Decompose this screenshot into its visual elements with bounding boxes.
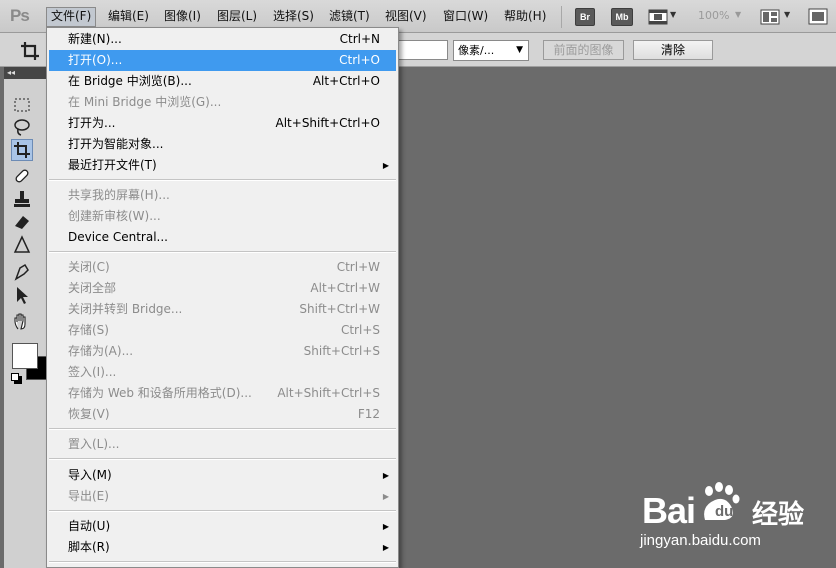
- file-menu-dropdown: 新建(N)... Ctrl+N 打开(O)... Ctrl+O 在 Bridge…: [46, 27, 399, 568]
- hand-tool-icon[interactable]: [12, 311, 32, 331]
- chevron-down-icon: ▼: [735, 10, 742, 19]
- pen-tool-icon[interactable]: [12, 262, 32, 282]
- menu-help[interactable]: 帮助(H): [500, 7, 550, 27]
- mini-bridge-icon[interactable]: Mb: [611, 8, 633, 26]
- baidu-jingyan-watermark: Bai du 经验 jingyan.baidu.com: [640, 482, 830, 562]
- watermark-brand: Bai: [642, 490, 696, 531]
- film-strip-icon[interactable]: [648, 8, 668, 26]
- crop-tool-icon[interactable]: [20, 41, 40, 61]
- chevron-down-icon: ▼: [516, 45, 523, 55]
- svg-text:du: du: [715, 503, 733, 520]
- watermark-brand-cn: 经验: [752, 500, 805, 530]
- healing-brush-icon[interactable]: [12, 166, 32, 186]
- menu-edit[interactable]: 编辑(E): [104, 7, 153, 27]
- menu-separator: [49, 510, 396, 512]
- menu-separator: [49, 428, 396, 430]
- crop-tool-icon: [14, 142, 30, 158]
- menu-layer[interactable]: 图层(L): [213, 7, 261, 27]
- menu-separator: [49, 251, 396, 253]
- default-colors-icon[interactable]: [11, 373, 19, 381]
- menu-item-import[interactable]: 导入(M) ▶: [49, 465, 396, 486]
- watermark-url: jingyan.baidu.com: [640, 532, 761, 549]
- menu-separator: [561, 6, 562, 28]
- lasso-tool-icon[interactable]: [12, 117, 32, 137]
- menu-separator: [49, 179, 396, 181]
- menu-item-revert[interactable]: 恢复(V) F12: [49, 404, 396, 425]
- path-selection-icon[interactable]: [12, 285, 32, 305]
- menu-item-automate[interactable]: 自动(U) ▶: [49, 516, 396, 537]
- menu-file[interactable]: 文件(F): [46, 7, 97, 27]
- blur-tool-icon[interactable]: [12, 235, 32, 255]
- chevron-down-icon[interactable]: ▼: [784, 10, 790, 19]
- menu-item-device-central[interactable]: Device Central...: [49, 227, 396, 248]
- menu-item-save-as[interactable]: 存储为(A)... Shift+Ctrl+S: [49, 341, 396, 362]
- submenu-arrow-icon: ▶: [382, 471, 389, 480]
- menu-item-export[interactable]: 导出(E) ▶: [49, 486, 396, 507]
- screen-mode-icon[interactable]: [808, 8, 828, 26]
- bridge-icon[interactable]: Br: [575, 8, 595, 26]
- submenu-arrow-icon: ▶: [382, 161, 389, 170]
- photoshop-logo: Ps: [10, 6, 30, 25]
- menu-item-close-all[interactable]: 关闭全部 Alt+Ctrl+W: [49, 278, 396, 299]
- submenu-arrow-icon: ▶: [382, 492, 389, 501]
- menu-window[interactable]: 窗口(W): [439, 7, 492, 27]
- menu-item-open-as[interactable]: 打开为... Alt+Shift+Ctrl+O: [49, 113, 396, 134]
- menu-separator: [49, 561, 396, 563]
- menu-view[interactable]: 视图(V): [381, 7, 431, 27]
- marquee-tool-icon[interactable]: [12, 95, 32, 115]
- menu-select[interactable]: 选择(S): [269, 7, 318, 27]
- menu-item-place[interactable]: 置入(L)...: [49, 434, 396, 455]
- menu-item-browse-in-bridge[interactable]: 在 Bridge 中浏览(B)... Alt+Ctrl+O: [49, 71, 396, 92]
- resolution-input[interactable]: [398, 40, 448, 60]
- submenu-arrow-icon: ▶: [382, 522, 389, 531]
- zoom-level[interactable]: 100%: [698, 9, 729, 22]
- submenu-arrow-icon: ▶: [382, 543, 389, 552]
- resolution-unit-select[interactable]: 像素/... ▼: [453, 40, 529, 61]
- menu-item-check-in[interactable]: 签入(I)...: [49, 362, 396, 383]
- menu-item-browse-in-mini-bridge[interactable]: 在 Mini Bridge 中浏览(G)...: [49, 92, 396, 113]
- resolution-unit-value: 像素/...: [458, 44, 495, 57]
- chevron-down-icon[interactable]: ▼: [670, 10, 676, 19]
- eraser-tool-icon[interactable]: [12, 212, 32, 232]
- menu-item-share-my-screen[interactable]: 共享我的屏幕(H)...: [49, 185, 396, 206]
- crop-tool-button[interactable]: [11, 139, 33, 161]
- menu-item-new[interactable]: 新建(N)... Ctrl+N: [49, 29, 396, 50]
- menu-filter[interactable]: 滤镜(T): [325, 7, 374, 27]
- menu-image[interactable]: 图像(I): [160, 7, 205, 27]
- front-image-button[interactable]: 前面的图像: [543, 40, 624, 60]
- stamp-tool-icon[interactable]: [12, 189, 32, 209]
- menu-item-open-as-smart-object[interactable]: 打开为智能对象...: [49, 134, 396, 155]
- menu-separator: [49, 458, 396, 460]
- menu-item-scripts[interactable]: 脚本(R) ▶: [49, 537, 396, 558]
- foreground-color-swatch[interactable]: [12, 343, 38, 369]
- menu-item-close-and-go-to-bridge[interactable]: 关闭并转到 Bridge... Shift+Ctrl+W: [49, 299, 396, 320]
- menu-item-save-for-web[interactable]: 存储为 Web 和设备所用格式(D)... Alt+Shift+Ctrl+S: [49, 383, 396, 404]
- menu-item-open-recent[interactable]: 最近打开文件(T) ▶: [49, 155, 396, 176]
- arrange-documents-icon[interactable]: [760, 9, 780, 25]
- tools-panel: ◂◂: [4, 67, 48, 568]
- menu-item-open[interactable]: 打开(O)... Ctrl+O: [49, 50, 396, 71]
- menu-item-save[interactable]: 存储(S) Ctrl+S: [49, 320, 396, 341]
- menu-item-create-review[interactable]: 创建新审核(W)...: [49, 206, 396, 227]
- collapse-icon[interactable]: ◂◂: [4, 67, 48, 79]
- menu-item-close[interactable]: 关闭(C) Ctrl+W: [49, 257, 396, 278]
- clear-button[interactable]: 清除: [633, 40, 713, 60]
- baidu-paw-icon: du: [704, 482, 740, 520]
